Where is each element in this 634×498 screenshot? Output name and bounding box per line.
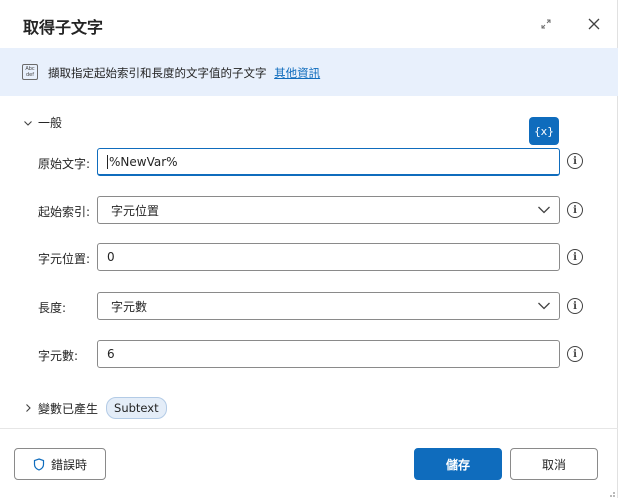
cancel-button[interactable]: 取消 bbox=[510, 448, 598, 480]
char-count-label: 字元數: bbox=[38, 349, 79, 363]
more-info-link[interactable]: 其他資訊 bbox=[274, 66, 320, 80]
length-info-icon[interactable]: i bbox=[567, 298, 583, 314]
text-caret bbox=[107, 154, 108, 169]
title-bar: 取得子文字 bbox=[0, 0, 618, 48]
close-icon bbox=[588, 18, 600, 30]
char-count-value: 6 bbox=[107, 347, 115, 361]
chevron-down-icon bbox=[538, 302, 550, 310]
original-text-value: %NewVar% bbox=[109, 154, 178, 169]
char-position-value: 0 bbox=[107, 250, 115, 264]
chevron-right-icon bbox=[26, 404, 31, 412]
dialog-title: 取得子文字 bbox=[23, 18, 104, 37]
variable-pill-subtext[interactable]: Subtext bbox=[106, 397, 167, 419]
char-position-label: 字元位置: bbox=[38, 252, 91, 266]
start-index-label: 起始索引: bbox=[38, 205, 91, 219]
on-error-button[interactable]: 錯誤時 bbox=[14, 448, 106, 480]
char-position-input[interactable]: 0 bbox=[97, 243, 560, 271]
chevron-down-icon bbox=[538, 206, 550, 214]
variables-produced-label: 變數已產生 bbox=[38, 401, 99, 416]
section-variables-toggle[interactable]: 變數已產生 Subtext bbox=[22, 397, 167, 419]
abc-def-icon: Abc def bbox=[22, 64, 38, 80]
on-error-label: 錯誤時 bbox=[50, 457, 87, 472]
info-description-text: 擷取指定起始索引和長度的文字值的子文字 bbox=[48, 66, 267, 80]
close-button[interactable] bbox=[584, 14, 604, 34]
section-general-label: 一般 bbox=[38, 116, 63, 130]
original-text-label: 原始文字: bbox=[38, 157, 91, 171]
length-label: 長度: bbox=[38, 301, 67, 315]
char-count-info-icon[interactable]: i bbox=[567, 346, 583, 362]
footer-divider bbox=[0, 428, 618, 429]
resize-grip-icon[interactable] bbox=[606, 488, 616, 498]
shield-icon bbox=[33, 457, 45, 471]
save-button[interactable]: 儲存 bbox=[414, 448, 502, 480]
get-subtext-dialog: 取得子文字 Abc def 擷取指定起始索引和長度的文字值的子文字 其他資訊 一… bbox=[0, 0, 618, 498]
insert-variable-button[interactable]: {x} bbox=[529, 117, 559, 145]
info-description: 擷取指定起始索引和長度的文字值的子文字 其他資訊 bbox=[48, 65, 320, 81]
section-general-toggle[interactable]: 一般 bbox=[22, 114, 62, 131]
start-index-dropdown[interactable]: 字元位置 bbox=[97, 196, 560, 224]
start-index-info-icon[interactable]: i bbox=[567, 202, 583, 218]
char-count-input[interactable]: 6 bbox=[97, 340, 560, 368]
length-dropdown[interactable]: 字元數 bbox=[97, 292, 560, 320]
info-bar: Abc def 擷取指定起始索引和長度的文字值的子文字 其他資訊 bbox=[0, 48, 618, 96]
start-index-value: 字元位置 bbox=[111, 203, 160, 218]
expand-icon bbox=[541, 19, 551, 29]
original-text-input[interactable]: %NewVar% bbox=[97, 148, 560, 176]
chevron-down-icon bbox=[24, 120, 32, 126]
char-position-info-icon[interactable]: i bbox=[567, 249, 583, 265]
original-text-info-icon[interactable]: i bbox=[567, 153, 583, 169]
length-value: 字元數 bbox=[111, 299, 148, 314]
expand-button[interactable] bbox=[536, 14, 556, 34]
